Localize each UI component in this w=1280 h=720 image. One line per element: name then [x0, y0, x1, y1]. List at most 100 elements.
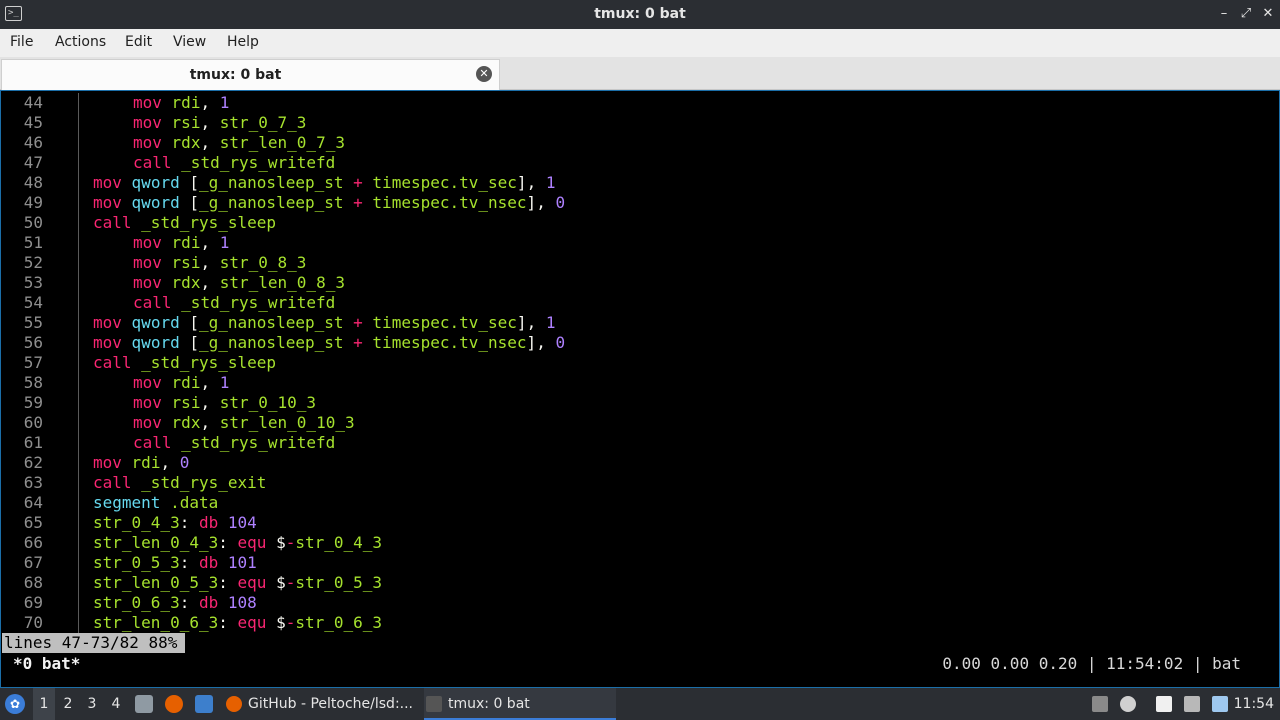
code-line: 45 mov rsi, str_0_7_3 — [1, 113, 1277, 133]
gutter-divider — [78, 253, 79, 273]
start-menu-icon[interactable]: ✿ — [5, 694, 25, 714]
clock: 11:54 — [1233, 696, 1274, 712]
code-line: 53 mov rdx, str_len_0_8_3 — [1, 273, 1277, 293]
code-text: str_len_0_5_3: equ $-str_0_5_3 — [93, 573, 383, 592]
volume-icon[interactable] — [1120, 696, 1136, 712]
line-number: 55 — [23, 313, 43, 332]
gutter-divider — [78, 273, 79, 293]
desktop-2[interactable]: 2 — [57, 688, 79, 720]
gutter-divider — [78, 333, 79, 353]
code-line: 49 mov qword [_g_nanosleep_st + timespec.… — [1, 193, 1277, 213]
line-number: 69 — [23, 593, 43, 612]
menu-edit[interactable]: Edit — [125, 34, 152, 50]
menu-actions[interactable]: Actions — [55, 34, 106, 50]
gutter-divider — [78, 513, 79, 533]
task-firefox[interactable]: GitHub - Peltoche/lsd:... — [224, 688, 414, 720]
code-line: 54 call _std_rys_writefd — [1, 293, 1277, 313]
gutter-divider — [78, 453, 79, 473]
code-text: mov qword [_g_nanosleep_st + timespec.tv… — [93, 313, 556, 332]
network-icon[interactable] — [1184, 696, 1200, 712]
code-text: mov rsi, str_0_8_3 — [133, 253, 307, 272]
gutter-divider — [78, 473, 79, 493]
tab-tmux[interactable]: tmux: 0 bat ✕ — [1, 59, 500, 90]
code-line: 44 mov rdi, 1 — [1, 93, 1277, 113]
gutter-divider — [78, 393, 79, 413]
menu-help[interactable]: Help — [227, 34, 259, 50]
code-text: mov rsi, str_0_10_3 — [133, 393, 317, 412]
code-line: 55 mov qword [_g_nanosleep_st + timespec.… — [1, 313, 1277, 333]
task-terminal[interactable]: tmux: 0 bat — [424, 688, 616, 720]
line-number: 51 — [23, 233, 43, 252]
code-line: 56 mov qword [_g_nanosleep_st + timespec.… — [1, 333, 1277, 353]
line-number: 45 — [23, 113, 43, 132]
task-label: GitHub - Peltoche/lsd:... — [248, 696, 414, 712]
code-text: mov rdx, str_len_0_7_3 — [133, 133, 345, 152]
code-text: str_len_0_4_3: equ $-str_0_4_3 — [93, 533, 383, 552]
firefox-icon[interactable] — [165, 695, 183, 713]
gutter-divider — [78, 133, 79, 153]
minimize-button[interactable]: – — [1215, 5, 1233, 23]
code-line: 63 call _std_rys_exit — [1, 473, 1277, 493]
gutter-divider — [78, 613, 79, 633]
gutter-divider — [78, 193, 79, 213]
close-button[interactable]: ✕ — [1259, 5, 1277, 23]
code-line: 46 mov rdx, str_len_0_7_3 — [1, 133, 1277, 153]
maximize-button[interactable]: ⤢ — [1237, 5, 1255, 23]
clipboard-icon[interactable] — [1156, 696, 1172, 712]
code-line: 58 mov rdi, 1 — [1, 373, 1277, 393]
gutter-divider — [78, 93, 79, 113]
terminal-view[interactable]: 44 mov rdi, 1 45 mov rsi, str_0_7_3 46 mov rd… — [0, 90, 1280, 688]
gutter-divider — [78, 533, 79, 553]
line-number: 54 — [23, 293, 43, 312]
show-desktop-icon[interactable] — [195, 695, 213, 713]
tmux-status-right: 0.00 0.00 0.20 | 11:54:02 | bat — [942, 654, 1241, 673]
code-line: 64 segment .data — [1, 493, 1277, 513]
desktop-1[interactable]: 1 — [33, 688, 55, 720]
line-number: 63 — [23, 473, 43, 492]
line-number: 70 — [23, 613, 43, 632]
code-line: 47 call _std_rys_writefd — [1, 153, 1277, 173]
tab-bar: tmux: 0 bat ✕ — [0, 57, 1280, 90]
menu-view[interactable]: View — [173, 34, 206, 50]
tmux-window-label[interactable]: *0 bat* — [13, 654, 80, 674]
pager-status: lines 47-73/82 88% — [2, 633, 186, 653]
code-line: 62 mov rdi, 0 — [1, 453, 1277, 473]
line-number: 62 — [23, 453, 43, 472]
code-text: call _std_rys_writefd — [133, 433, 336, 452]
line-number: 67 — [23, 553, 43, 572]
gutter-divider — [78, 493, 79, 513]
gutter-divider — [78, 553, 79, 573]
desktop-4[interactable]: 4 — [105, 688, 127, 720]
gutter-divider — [78, 313, 79, 333]
code-text: mov rdi, 0 — [93, 453, 190, 472]
gutter-divider — [78, 413, 79, 433]
tab-close-icon[interactable]: ✕ — [476, 66, 492, 82]
line-number: 68 — [23, 573, 43, 592]
code-line: 68 str_len_0_5_3: equ $-str_0_5_3 — [1, 573, 1277, 593]
firefox-icon — [226, 696, 242, 712]
code-text: mov rdi, 1 — [133, 373, 230, 392]
gutter-divider — [78, 293, 79, 313]
task-label: tmux: 0 bat — [448, 696, 530, 712]
code-line: 51 mov rdi, 1 — [1, 233, 1277, 253]
code-line: 57 call _std_rys_sleep — [1, 353, 1277, 373]
desktop-3[interactable]: 3 — [81, 688, 103, 720]
code-line: 59 mov rsi, str_0_10_3 — [1, 393, 1277, 413]
line-number: 50 — [23, 213, 43, 232]
line-number: 58 — [23, 373, 43, 392]
file-manager-icon[interactable] — [135, 695, 153, 713]
code-text: str_0_6_3: db 108 — [93, 593, 257, 612]
update-icon[interactable] — [1212, 696, 1228, 712]
line-number: 46 — [23, 133, 43, 152]
line-number: 44 — [23, 93, 43, 112]
line-number: 56 — [23, 333, 43, 352]
tray-arrow-icon[interactable] — [1092, 696, 1108, 712]
code-text: segment .data — [93, 493, 219, 512]
code-text: mov rdx, str_len_0_10_3 — [133, 413, 355, 432]
code-text: mov qword [_g_nanosleep_st + timespec.tv… — [93, 193, 566, 212]
gutter-divider — [78, 573, 79, 593]
code-line: 52 mov rsi, str_0_8_3 — [1, 253, 1277, 273]
menu-file[interactable]: File — [10, 34, 33, 50]
line-number: 61 — [23, 433, 43, 452]
line-number: 47 — [23, 153, 43, 172]
